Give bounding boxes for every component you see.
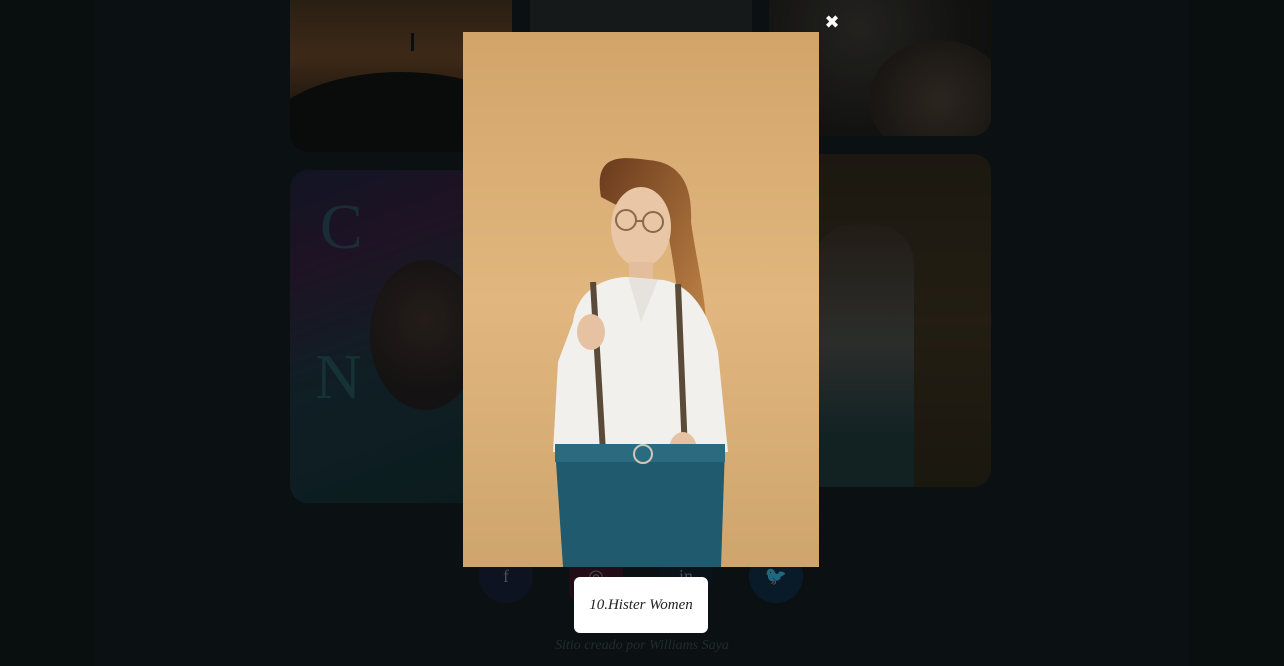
lightbox-image: [463, 32, 819, 567]
portrait-illustration: [463, 32, 819, 567]
close-icon[interactable]: ✖: [822, 12, 842, 34]
lightbox-caption: 10.Hister Women: [574, 577, 708, 633]
